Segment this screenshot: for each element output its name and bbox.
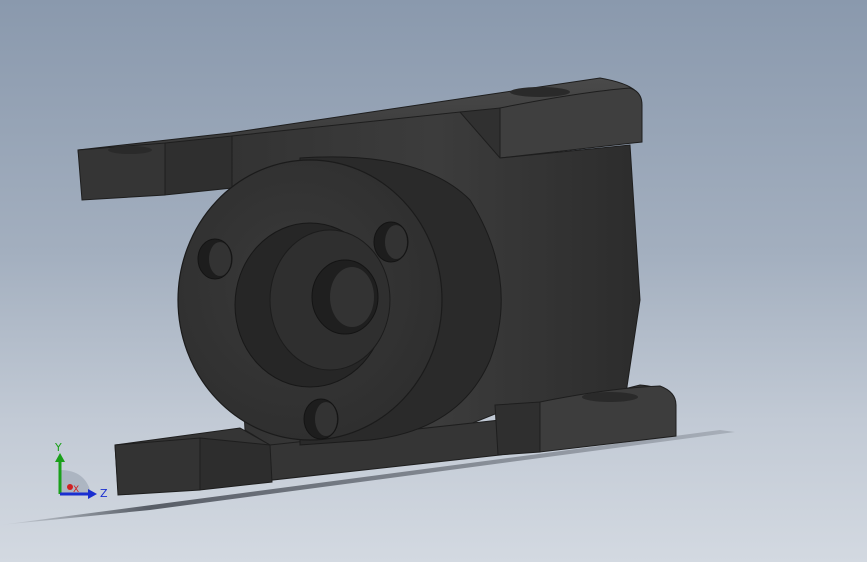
y-axis-label: Y xyxy=(54,441,62,454)
bottom-flange-right-block xyxy=(494,401,541,456)
axis-triad: Y Z X xyxy=(54,441,108,500)
bolt-hole-bottom-inner xyxy=(315,402,337,436)
cad-model-view[interactable] xyxy=(0,0,867,562)
top-flange-hole-right xyxy=(510,87,570,97)
bottom-flange-left-block xyxy=(199,437,273,491)
x-axis-label: X xyxy=(73,485,79,495)
z-axis-label: Z xyxy=(100,487,108,500)
bottom-flange-left-front xyxy=(114,437,201,496)
bolt-hole-left-inner xyxy=(209,242,231,276)
central-bore-inner xyxy=(330,267,374,327)
bolt-hole-upper-right-inner xyxy=(385,225,407,259)
top-flange-left-block xyxy=(164,135,233,196)
bottom-flange-hole xyxy=(582,392,638,402)
z-axis-arrow xyxy=(88,489,97,499)
y-axis-arrow xyxy=(55,453,65,462)
top-flange-hole-left xyxy=(108,146,152,154)
cad-viewport[interactable]: Y Z X xyxy=(0,0,867,562)
